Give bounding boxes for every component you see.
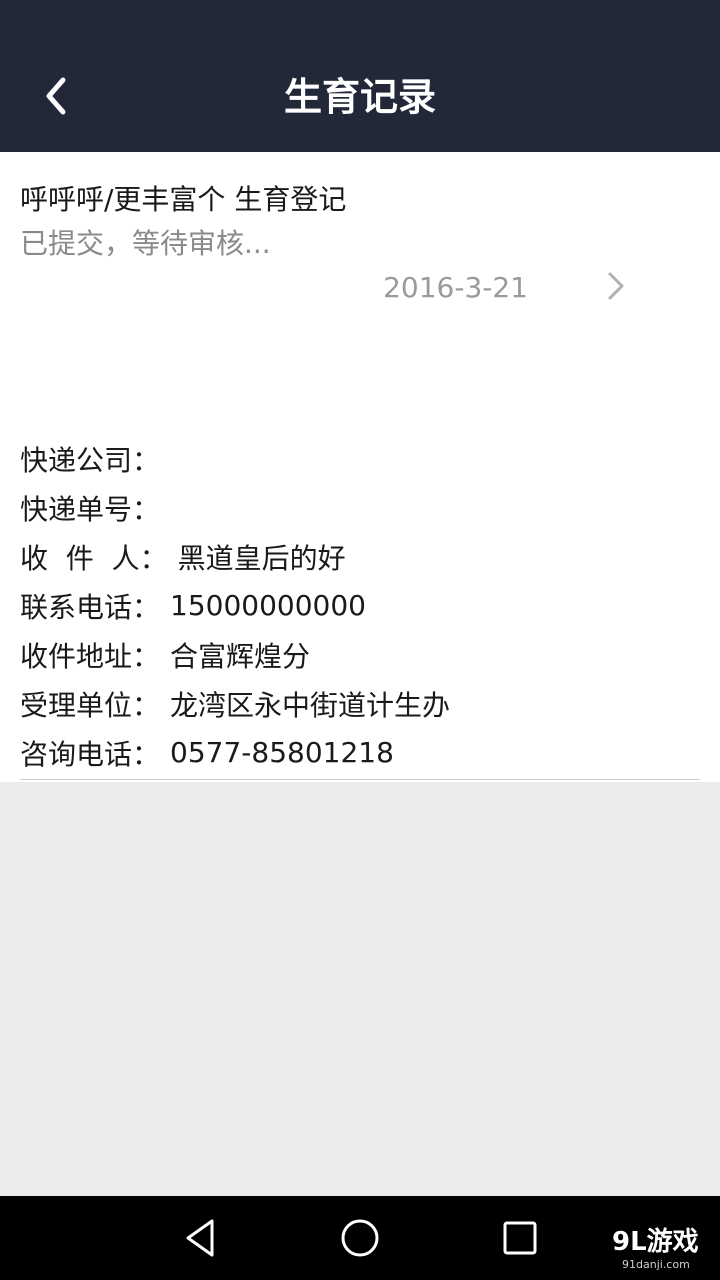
detail-row-inquiry-phone: 咨询电话： 0577-85801218 bbox=[20, 728, 700, 777]
record-item[interactable]: 呼呼呼/更丰富个 生育登记 已提交，等待审核... 2016-3-21 bbox=[0, 152, 720, 322]
detail-label: 收 件 人： bbox=[20, 541, 168, 575]
detail-label: 快递公司： bbox=[20, 443, 161, 477]
app-header: 生育记录 bbox=[0, 0, 720, 152]
detail-row-recipient: 收 件 人： 黑道皇后的好 bbox=[20, 532, 700, 581]
watermark-logo: 9L游戏 bbox=[612, 1227, 699, 1257]
divider bbox=[20, 779, 700, 780]
detail-label: 受理单位： bbox=[20, 688, 161, 722]
page-title: 生育记录 bbox=[283, 75, 436, 119]
detail-row-phone: 联系电话： 15000000000 bbox=[20, 581, 700, 630]
record-card: 呼呼呼/更丰富个 生育登记 已提交，等待审核... 2016-3-21 快递公司… bbox=[0, 152, 720, 782]
detail-label: 联系电话： bbox=[20, 590, 161, 624]
detail-row-address: 收件地址： 合富辉煌分 bbox=[20, 630, 700, 679]
record-date: 2016-3-21 bbox=[383, 271, 528, 304]
record-title: 呼呼呼/更丰富个 生育登记 bbox=[20, 183, 347, 216]
detail-row-courier-company: 快递公司： bbox=[20, 434, 700, 483]
watermark-url: 91danji.com bbox=[622, 1258, 690, 1271]
detail-row-tracking-number: 快递单号： bbox=[20, 483, 700, 532]
detail-row-handling-unit: 受理单位： 龙湾区永中街道计生办 bbox=[20, 679, 700, 728]
detail-label: 咨询电话： bbox=[20, 737, 161, 771]
detail-label: 快递单号： bbox=[20, 492, 161, 526]
detail-value: 龙湾区永中街道计生办 bbox=[170, 688, 451, 722]
chevron-right-icon bbox=[608, 272, 624, 300]
detail-list: 快递公司： 快递单号： 收 件 人： 黑道皇后的好 联系电话： 15000000… bbox=[20, 434, 700, 777]
square-recents-icon bbox=[503, 1221, 537, 1255]
detail-label: 收件地址： bbox=[20, 639, 161, 673]
record-status: 已提交，等待审核... bbox=[20, 227, 271, 260]
detail-value: 黑道皇后的好 bbox=[177, 541, 346, 575]
detail-value: 15000000000 bbox=[170, 589, 366, 622]
nav-recents-button[interactable] bbox=[496, 1214, 544, 1262]
triangle-back-icon bbox=[186, 1219, 214, 1257]
nav-back-button[interactable] bbox=[176, 1214, 224, 1262]
detail-value: 合富辉煌分 bbox=[170, 639, 311, 673]
detail-value: 0577-85801218 bbox=[170, 736, 394, 769]
circle-home-icon bbox=[341, 1219, 379, 1257]
nav-home-button[interactable] bbox=[336, 1214, 384, 1262]
